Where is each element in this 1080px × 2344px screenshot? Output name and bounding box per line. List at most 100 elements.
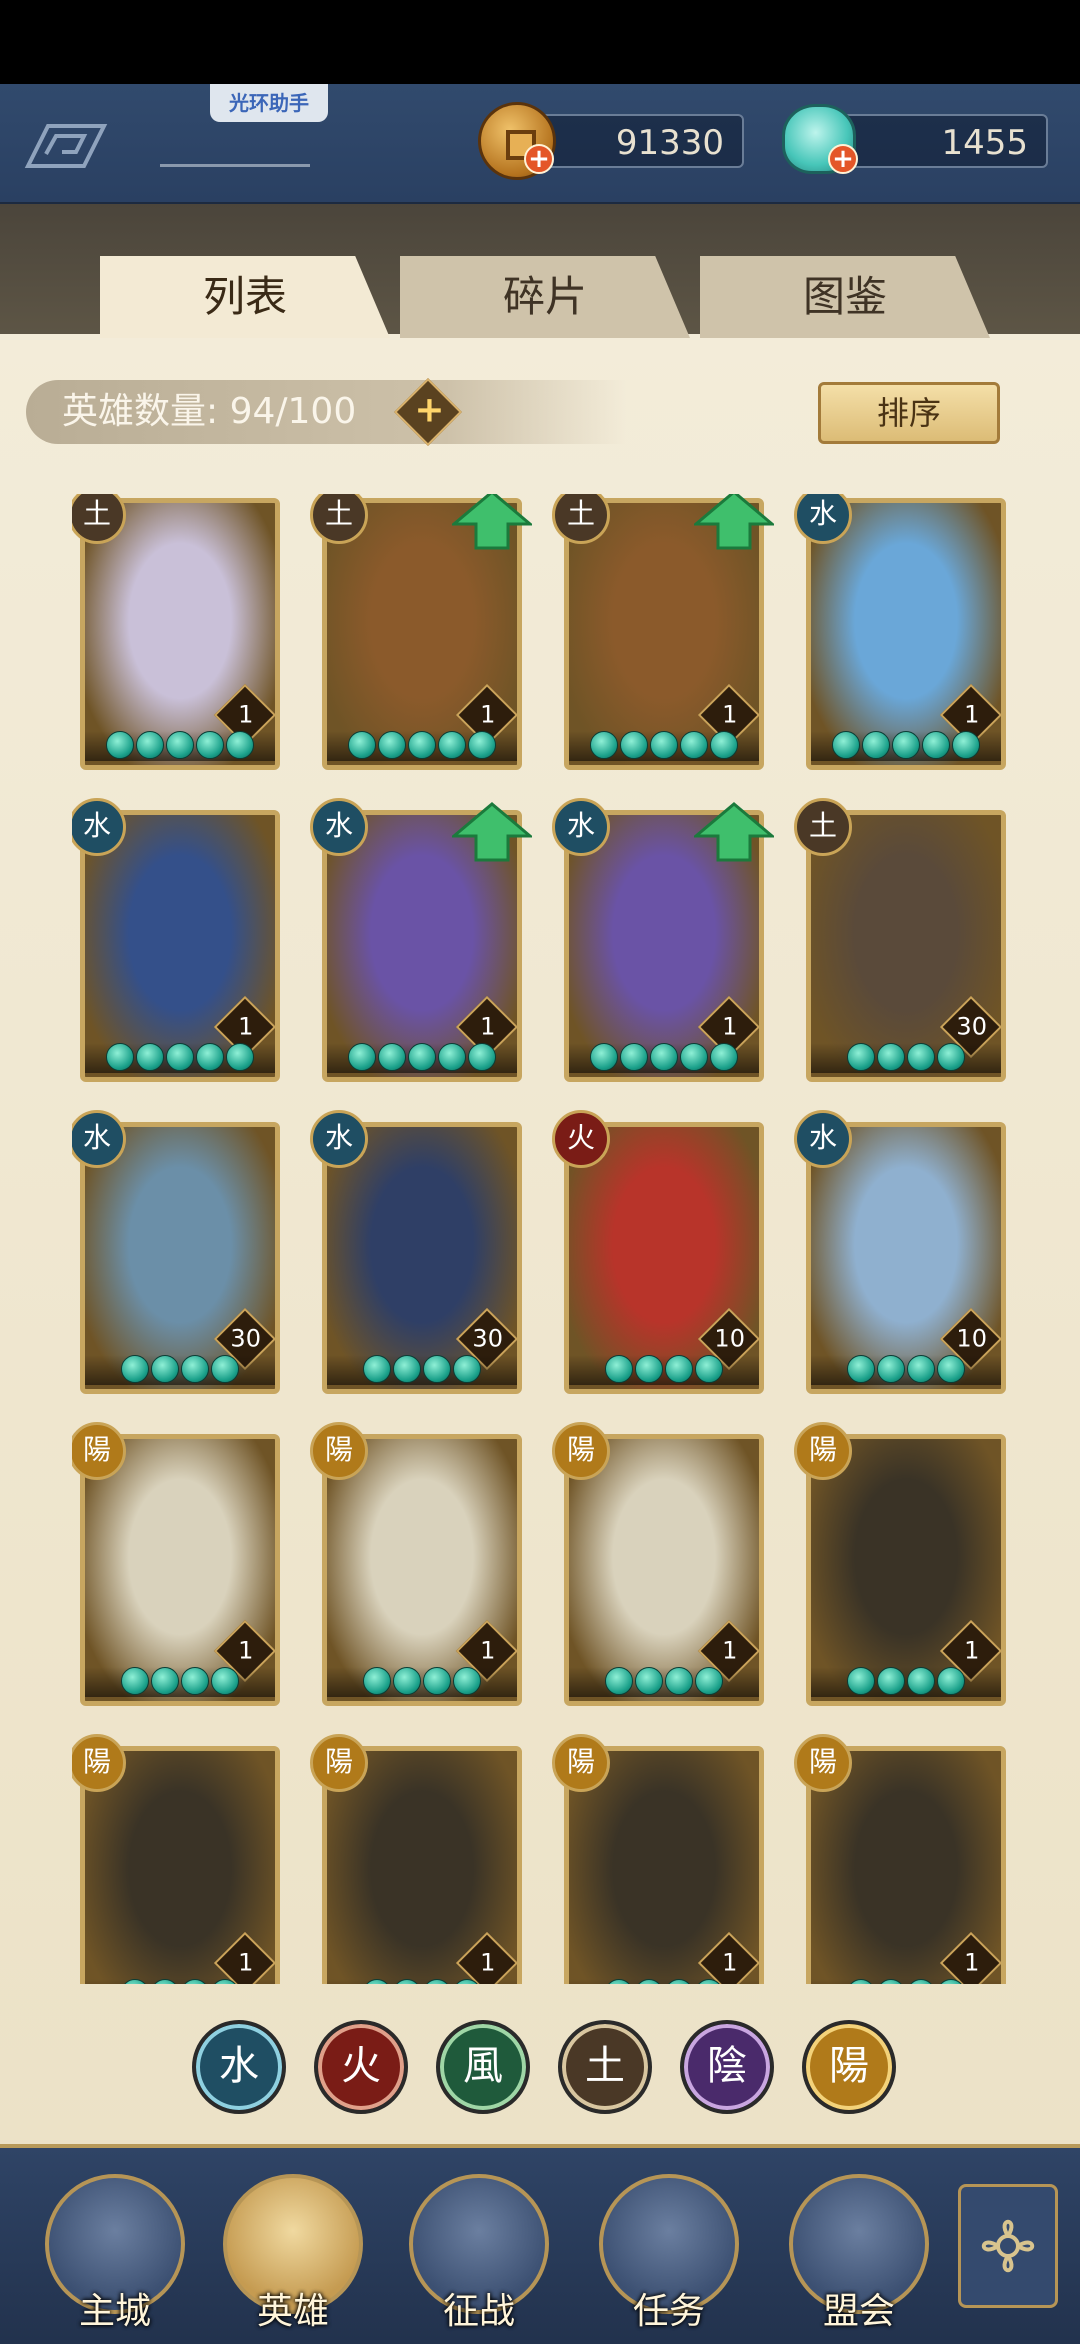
nav-2[interactable]: 英雄 — [218, 2170, 368, 2340]
nav-label: 征战 — [442, 2291, 515, 2332]
jade-star-icon — [695, 1979, 723, 1984]
filter-water-icon[interactable]: 水 — [192, 2020, 286, 2114]
jade-star-icon — [937, 1355, 965, 1383]
jade-star-icon — [590, 1043, 618, 1071]
nav-label: 主城 — [78, 2291, 151, 2332]
jade-star-icon — [952, 731, 980, 759]
jade-star-icon — [378, 1043, 406, 1071]
add-coin-button[interactable]: + — [524, 144, 554, 174]
jade-star-icon — [393, 1355, 421, 1383]
filter-yin-icon[interactable]: 陰 — [680, 2020, 774, 2114]
jade-star-icon — [408, 731, 436, 759]
jade-star-icon — [695, 1355, 723, 1383]
jade-star-icon — [635, 1667, 663, 1695]
jade-star-icon — [590, 731, 618, 759]
jade-star-icon — [393, 1667, 421, 1695]
hero-stars — [327, 1667, 517, 1697]
upgrade-arrow-icon — [694, 494, 774, 550]
upgrade-arrow-icon — [452, 802, 532, 862]
jade-star-icon — [181, 1979, 209, 1984]
jade-star-icon — [166, 731, 194, 759]
hero-level-value: 1 — [480, 1948, 496, 1977]
jade-star-icon — [650, 731, 678, 759]
helper-tag[interactable]: 光环助手 — [210, 84, 328, 122]
jade-star-icon — [166, 1043, 194, 1071]
upgrade-arrow-icon — [452, 494, 532, 550]
jade-star-icon — [847, 1355, 875, 1383]
nav-3[interactable]: 征战 — [404, 2170, 554, 2340]
hero-stars — [811, 1355, 1001, 1385]
filter-fire-icon[interactable]: 火 — [314, 2020, 408, 2114]
filter-yang-icon[interactable]: 陽 — [802, 2020, 896, 2114]
jade-star-icon — [907, 1355, 935, 1383]
jade-star-icon — [453, 1979, 481, 1984]
hero-level-value: 1 — [964, 700, 980, 729]
element-badge-icon: 水 — [310, 798, 368, 856]
hero-level-value: 1 — [964, 1948, 980, 1977]
hero-stars — [569, 1979, 759, 1984]
jade-star-icon — [181, 1667, 209, 1695]
element-badge-icon: 陽 — [552, 1734, 610, 1792]
add-jade-button[interactable]: + — [828, 144, 858, 174]
tab-list[interactable]: 列表 — [100, 256, 390, 338]
jade-star-icon — [877, 1043, 905, 1071]
nav-1[interactable]: 主城 — [40, 2170, 190, 2340]
jade-star-icon — [121, 1355, 149, 1383]
jade-star-icon — [211, 1667, 239, 1695]
jade-star-icon — [151, 1667, 179, 1695]
tab-fragments[interactable]: 碎片 — [400, 256, 690, 338]
hero-stars — [569, 731, 759, 761]
status-bar — [0, 0, 1080, 84]
nav-4[interactable]: 任务 — [594, 2170, 744, 2340]
element-badge-icon: 火 — [552, 1110, 610, 1168]
hero-stars — [327, 1979, 517, 1984]
hero-stars — [811, 1667, 1001, 1697]
jade-star-icon — [211, 1355, 239, 1383]
jade-star-icon — [408, 1043, 436, 1071]
filter-earth-icon[interactable]: 土 — [558, 2020, 652, 2114]
jade-star-icon — [847, 1979, 875, 1984]
hero-stars — [327, 731, 517, 761]
tab-codex[interactable]: 图鉴 — [700, 256, 990, 338]
hero-stars — [569, 1667, 759, 1697]
hero-level-value: 1 — [238, 700, 254, 729]
jade-star-icon — [620, 731, 648, 759]
hero-level-value: 1 — [722, 1012, 738, 1041]
more-menu-button[interactable] — [958, 2184, 1058, 2308]
jade-star-icon — [363, 1667, 391, 1695]
hero-stars — [811, 1043, 1001, 1073]
jade-star-icon — [937, 1043, 965, 1071]
nav-label: 任务 — [632, 2291, 705, 2332]
jade-star-icon — [121, 1667, 149, 1695]
hero-grid: 1 土 1 土 1 土 1 水 1 水 1 水 1 水 30 土 30 水 30 水 10 火 10 水 1 陽 1 陽 1 陽 1 陽 1 陽 1… — [72, 494, 1012, 1984]
hero-level-value: 30 — [230, 1324, 261, 1353]
jade-star-icon — [710, 1043, 738, 1071]
element-badge-icon: 水 — [552, 798, 610, 856]
filter-wind-icon[interactable]: 風 — [436, 2020, 530, 2114]
hero-level-value: 30 — [472, 1324, 503, 1353]
menu-pattern-icon[interactable] — [24, 120, 108, 172]
flower-icon — [981, 2219, 1035, 2273]
jade-star-icon — [937, 1979, 965, 1984]
sort-button[interactable]: 排序 — [818, 382, 1000, 444]
hero-stars — [811, 731, 1001, 761]
jade-star-icon — [423, 1355, 451, 1383]
jade-star-icon — [922, 731, 950, 759]
upgrade-arrow-icon — [694, 802, 774, 862]
jade-star-icon — [196, 731, 224, 759]
nav-5[interactable]: 盟会 — [784, 2170, 934, 2340]
hero-level-value: 1 — [480, 700, 496, 729]
hero-level-value: 10 — [956, 1324, 987, 1353]
hero-stars — [811, 1979, 1001, 1984]
jade-star-icon — [907, 1667, 935, 1695]
jade-star-icon — [226, 731, 254, 759]
jade-star-icon — [635, 1979, 663, 1984]
jade-star-icon — [620, 1043, 648, 1071]
hero-stars — [85, 731, 275, 761]
jade-star-icon — [710, 731, 738, 759]
jade-star-icon — [907, 1043, 935, 1071]
jade-star-icon — [348, 1043, 376, 1071]
hero-stars — [85, 1667, 275, 1697]
jade-star-icon — [877, 1355, 905, 1383]
element-badge-icon: 土 — [794, 798, 852, 856]
